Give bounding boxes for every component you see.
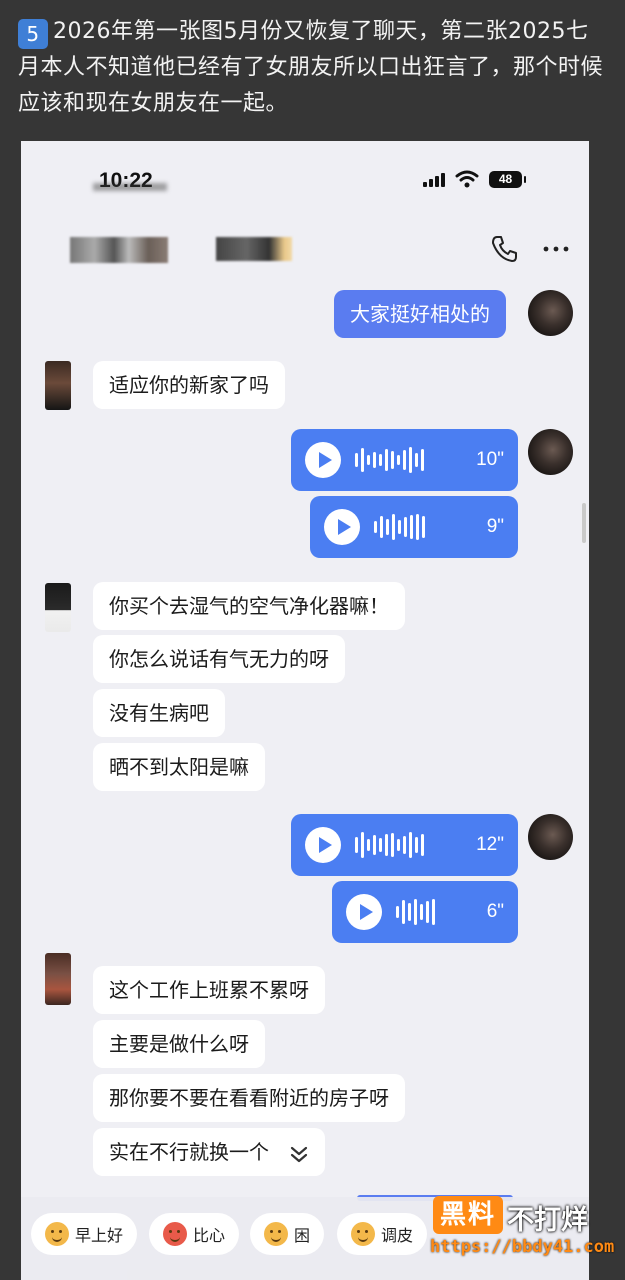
watermark-text: 不打烊 bbox=[507, 1205, 588, 1236]
contact-name-blurred bbox=[70, 237, 168, 263]
playful-emoji-icon bbox=[351, 1222, 375, 1246]
voice-message[interactable]: 9" bbox=[310, 496, 518, 558]
quick-reply-label: 困 bbox=[294, 1226, 311, 1245]
waveform-icon bbox=[396, 897, 435, 927]
number-badge: 5 bbox=[18, 19, 48, 49]
voice-message[interactable]: 10" bbox=[291, 429, 518, 491]
incoming-message: 实在不行就换一个 bbox=[93, 1128, 326, 1176]
play-icon[interactable] bbox=[305, 827, 341, 863]
avatar[interactable] bbox=[45, 583, 71, 632]
post-caption: 5 2026年第一张图5月份又恢复了聊天，第二张2025七月本人不知道他已经有了女… bbox=[18, 14, 610, 122]
outgoing-message: 大家挺好相处的 bbox=[334, 290, 506, 338]
avatar[interactable] bbox=[45, 953, 71, 1005]
quick-reply-sleepy[interactable]: 困 bbox=[250, 1213, 325, 1255]
incoming-message: 没有生病吧 bbox=[93, 689, 225, 737]
phone-call-icon[interactable] bbox=[489, 233, 521, 265]
play-icon[interactable] bbox=[305, 442, 341, 478]
incoming-message: 适应你的新家了吗 bbox=[93, 361, 285, 409]
incoming-message: 你买个去湿气的空气净化器嘛！ bbox=[93, 582, 405, 630]
avatar[interactable] bbox=[528, 429, 573, 475]
chevron-down-icon[interactable] bbox=[289, 1144, 309, 1164]
quick-reply-label: 比心 bbox=[193, 1226, 226, 1245]
incoming-message-text: 实在不行就换一个 bbox=[109, 1140, 269, 1164]
contact-status-blurred bbox=[216, 237, 292, 261]
cellular-signal-icon bbox=[423, 171, 445, 187]
incoming-message: 那你要不要在看看附近的房子呀 bbox=[93, 1074, 405, 1122]
play-icon[interactable] bbox=[346, 894, 382, 930]
incoming-message: 你怎么说话有气无力的呀 bbox=[93, 635, 345, 683]
voice-message[interactable]: 6" bbox=[332, 881, 518, 943]
voice-message[interactable]: 12" bbox=[291, 814, 518, 876]
quick-reply-good-morning[interactable]: 早上好 bbox=[31, 1213, 138, 1255]
watermark-url: https://bbdy41.com bbox=[430, 1237, 615, 1257]
caption-text: 2026年第一张图5月份又恢复了聊天，第二张2025七月本人不知道他已经有了女朋… bbox=[18, 19, 604, 116]
voice-duration: 6" bbox=[486, 901, 504, 922]
watermark-badge: 黑料 bbox=[433, 1196, 503, 1234]
heart-hands-icon bbox=[163, 1222, 187, 1246]
quick-reply-heart[interactable]: 比心 bbox=[149, 1213, 240, 1255]
incoming-message: 这个工作上班累不累呀 bbox=[93, 966, 325, 1014]
more-icon[interactable] bbox=[541, 239, 571, 259]
avatar[interactable] bbox=[528, 290, 573, 336]
quick-reply-playful[interactable]: 调皮 bbox=[337, 1213, 428, 1255]
waveform-icon bbox=[374, 512, 425, 542]
blur-mask bbox=[93, 183, 167, 191]
avatar[interactable] bbox=[528, 814, 573, 860]
incoming-message: 晒不到太阳是嘛 bbox=[93, 743, 265, 791]
wifi-icon bbox=[455, 170, 479, 188]
voice-duration: 10" bbox=[476, 449, 504, 470]
voice-duration: 12" bbox=[476, 834, 504, 855]
battery-icon: 48 bbox=[489, 170, 526, 188]
quick-reply-label: 早上好 bbox=[75, 1226, 124, 1245]
avatar[interactable] bbox=[45, 361, 71, 410]
scrollbar[interactable] bbox=[582, 503, 586, 543]
waveform-icon bbox=[355, 830, 424, 860]
quick-reply-label: 调皮 bbox=[381, 1226, 414, 1245]
incoming-message: 主要是做什么呀 bbox=[93, 1020, 265, 1068]
voice-duration: 9" bbox=[486, 516, 504, 537]
emoji-icon bbox=[45, 1222, 69, 1246]
waveform-icon bbox=[355, 445, 424, 475]
status-icons: 48 bbox=[423, 170, 526, 188]
play-icon[interactable] bbox=[324, 509, 360, 545]
chat-screenshot: 10:22 48 大家挺好相处的 适应你的新家了吗 10" 9" 你买个去湿气的… bbox=[21, 141, 589, 1280]
sleepy-emoji-icon bbox=[264, 1222, 288, 1246]
